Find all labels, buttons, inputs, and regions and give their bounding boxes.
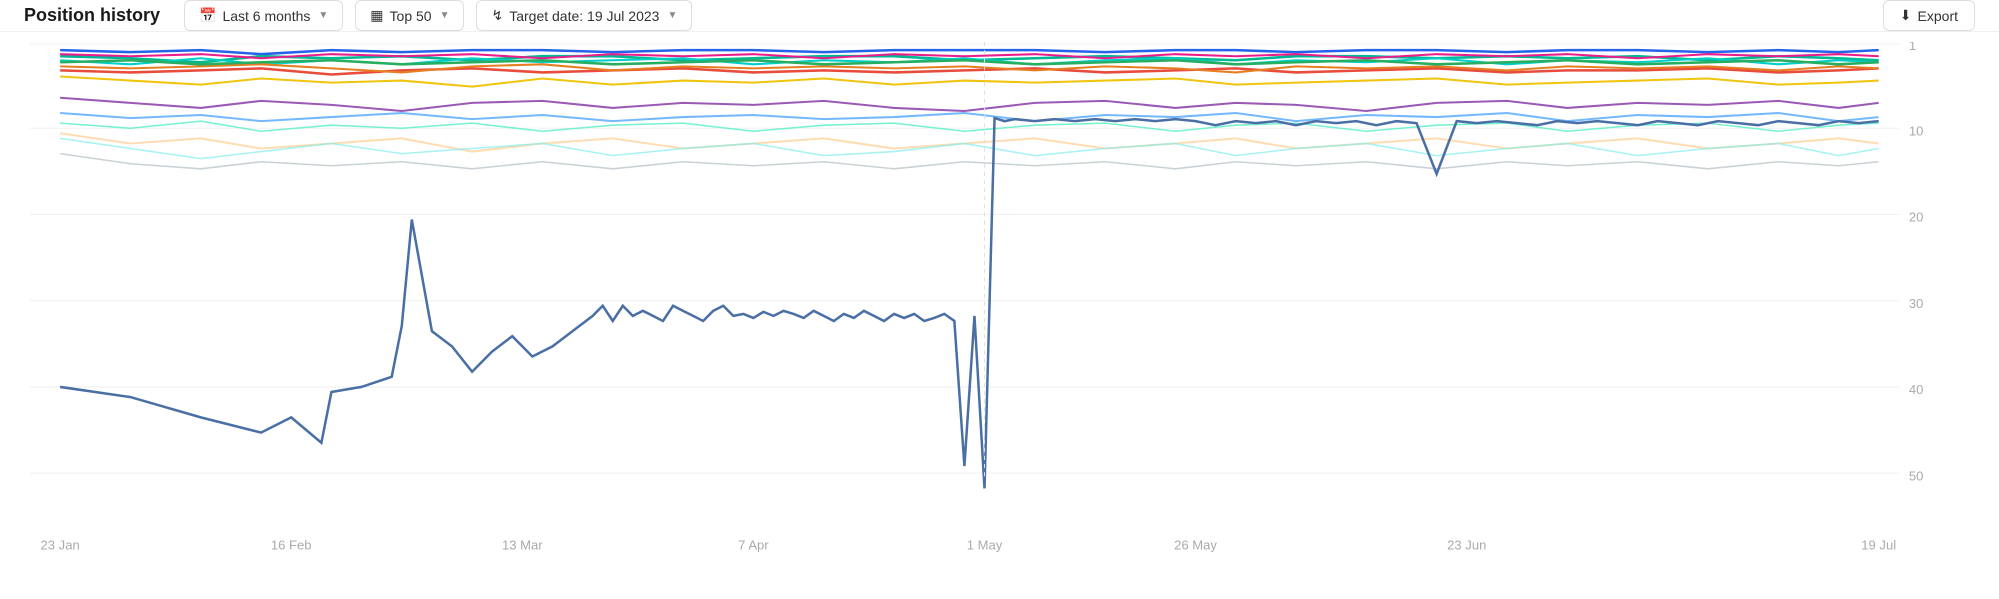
export-button[interactable]: ⬇ Export [1883, 0, 1975, 31]
position-history-chart: 1 10 20 30 40 50 23 Jan 16 Feb 13 Mar 7 … [30, 42, 1939, 559]
svg-text:26 May: 26 May [1174, 537, 1217, 552]
period-button[interactable]: 📅 Last 6 months ▼ [184, 0, 343, 31]
table-icon: ▦ [370, 7, 383, 24]
download-icon: ⬇ [1900, 7, 1912, 24]
svg-text:23 Jan: 23 Jan [41, 537, 80, 552]
period-label: Last 6 months [222, 8, 310, 24]
calendar-icon: 📅 [199, 7, 216, 24]
svg-text:7 Apr: 7 Apr [738, 537, 769, 552]
svg-text:1: 1 [1909, 42, 1916, 53]
chevron-down-icon: ▼ [318, 10, 328, 21]
svg-text:50: 50 [1909, 468, 1924, 483]
trend-icon: ↯ [491, 7, 503, 24]
top-button[interactable]: ▦ Top 50 ▼ [355, 0, 464, 31]
target-label: Target date: 19 Jul 2023 [509, 8, 659, 24]
svg-text:30: 30 [1909, 296, 1924, 311]
target-date-button[interactable]: ↯ Target date: 19 Jul 2023 ▼ [476, 0, 692, 31]
svg-text:23 Jun: 23 Jun [1447, 537, 1486, 552]
svg-text:10: 10 [1909, 123, 1924, 138]
svg-text:19 Jul: 19 Jul [1861, 537, 1896, 552]
export-label: Export [1918, 8, 1958, 24]
svg-text:13 Mar: 13 Mar [502, 537, 543, 552]
svg-text:40: 40 [1909, 382, 1924, 397]
top-label: Top 50 [390, 8, 432, 24]
chevron-down-icon-2: ▼ [440, 10, 450, 21]
chevron-down-icon-3: ▼ [667, 10, 677, 21]
svg-text:16 Feb: 16 Feb [271, 537, 312, 552]
svg-text:1 May: 1 May [967, 537, 1003, 552]
toolbar: Position history 📅 Last 6 months ▼ ▦ Top… [0, 0, 1999, 32]
page-container: Position history 📅 Last 6 months ▼ ▦ Top… [0, 0, 1999, 599]
page-title: Position history [24, 5, 160, 26]
chart-area: 1 10 20 30 40 50 23 Jan 16 Feb 13 Mar 7 … [0, 32, 1999, 599]
svg-text:20: 20 [1909, 210, 1924, 225]
